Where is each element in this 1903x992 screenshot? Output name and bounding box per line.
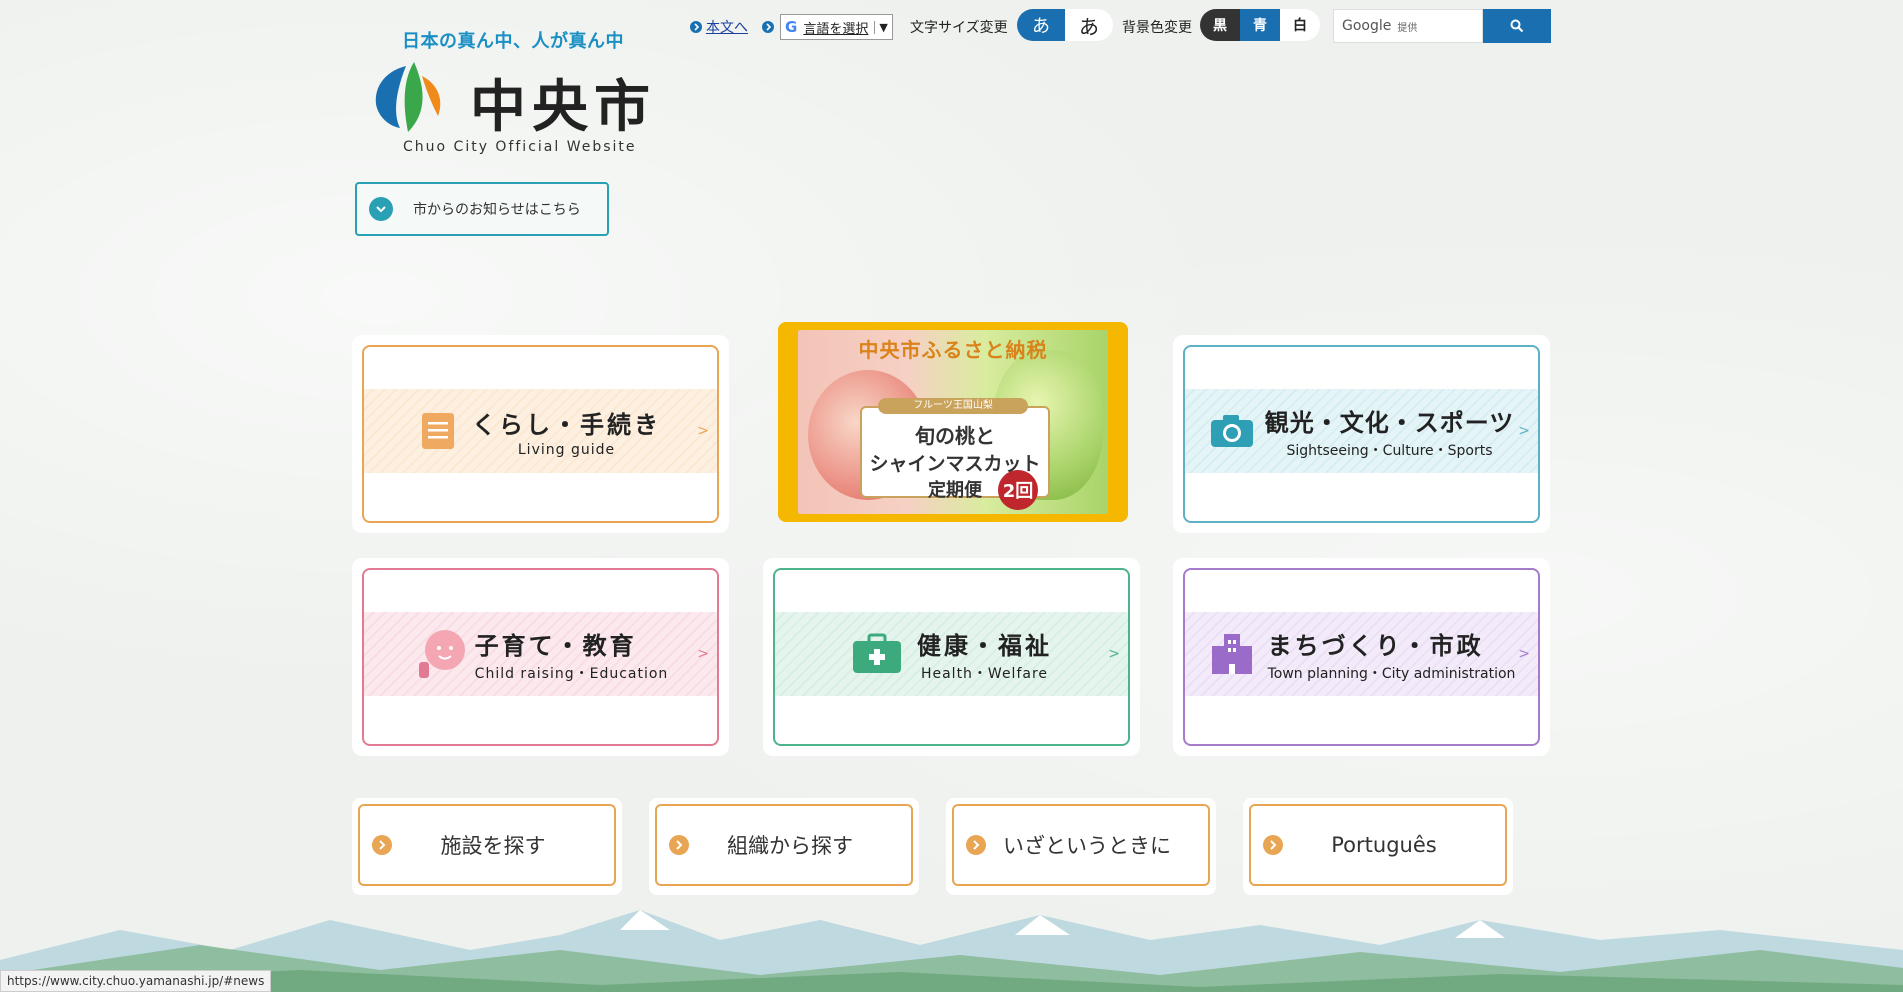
site-search: Google 提供 xyxy=(1333,9,1551,43)
text-size-toggle: あ あ xyxy=(1017,9,1113,41)
promo-headline: 中央市ふるさと納税 xyxy=(858,338,1048,362)
language-select-box[interactable]: G 言語を選択 ▼ xyxy=(780,14,893,40)
promo-badge: フルーツ王国山梨 xyxy=(878,398,1028,414)
skip-to-content-link[interactable]: 本文へ xyxy=(690,12,748,42)
card-title: 子育て・教育 xyxy=(474,631,637,660)
promo-count-badge: 2回 xyxy=(998,470,1038,510)
google-g-icon: G xyxy=(785,18,798,36)
dropdown-arrow-icon: ▼ xyxy=(874,20,888,34)
search-button[interactable] xyxy=(1483,9,1551,43)
card-title: まちづくり・市政 xyxy=(1267,631,1484,660)
chevron-right-icon: > xyxy=(1518,646,1530,662)
category-card-sightseeing[interactable]: 観光・文化・スポーツ Sightseeing・Culture・Sports > xyxy=(1173,335,1550,533)
chevron-right-icon: > xyxy=(1518,423,1530,439)
site-logo-subtitle: Chuo City Official Website xyxy=(403,139,637,155)
building-icon xyxy=(1211,634,1252,674)
language-select-label: 言語を選択 xyxy=(803,21,869,37)
mountain-landscape-illustration xyxy=(0,910,1903,992)
category-card-town-planning[interactable]: まちづくり・市政 Town planning・City administrati… xyxy=(1173,558,1550,756)
medical-kit-icon xyxy=(853,633,901,673)
card-subtitle: Living guide xyxy=(517,441,616,458)
chevron-right-icon xyxy=(762,21,774,33)
site-tagline: 日本の真ん中、人が真ん中 xyxy=(402,31,624,52)
search-provided-label: 提供 xyxy=(1397,22,1418,34)
peach-grape-image: 中央市ふるさと納税 旬の桃と シャインマスカット 定期便 フルーツ王国山梨 2回 xyxy=(798,330,1108,514)
quick-link-label: Português xyxy=(1331,833,1437,857)
chevron-right-icon xyxy=(690,21,702,33)
card-title: くらし・手続き xyxy=(472,410,661,439)
card-subtitle: Town planning・City administration xyxy=(1267,665,1516,682)
baby-icon xyxy=(418,630,465,678)
text-size-label: 文字サイズ変更 xyxy=(910,20,1008,36)
card-title: 健康・福祉 xyxy=(917,631,1052,660)
language-selector[interactable]: G 言語を選択 ▼ xyxy=(762,12,893,42)
category-card-living[interactable]: くらし・手続き Living guide > xyxy=(352,335,729,533)
quick-link-emergency[interactable]: いざというときに xyxy=(946,798,1216,895)
quick-link-facilities[interactable]: 施設を探す xyxy=(352,798,622,895)
card-subtitle: Child raising・Education xyxy=(474,665,669,682)
chevron-right-icon xyxy=(966,835,986,855)
quick-link-label: いざというときに xyxy=(1003,834,1171,858)
skip-link-label: 本文へ xyxy=(706,20,748,36)
chevron-right-icon: > xyxy=(697,423,709,439)
quick-link-label: 組織から探す xyxy=(727,834,853,858)
chevron-right-icon xyxy=(1263,835,1283,855)
card-subtitle: Health・Welfare xyxy=(920,665,1049,682)
chevron-right-icon: > xyxy=(697,646,709,662)
search-input[interactable]: Google 提供 xyxy=(1333,9,1483,43)
chevron-right-icon xyxy=(372,835,392,855)
browser-status-url: https://www.city.chuo.yamanashi.jp/#news xyxy=(0,970,272,992)
camera-icon xyxy=(1210,415,1253,447)
card-subtitle: Sightseeing・Culture・Sports xyxy=(1286,442,1493,459)
furusato-nozei-banner[interactable]: 中央市ふるさと納税 旬の桃と シャインマスカット 定期便 フルーツ王国山梨 2回 xyxy=(778,322,1128,522)
category-card-childcare[interactable]: 子育て・教育 Child raising・Education > xyxy=(352,558,729,756)
chevron-right-icon: > xyxy=(1108,646,1120,662)
site-logo[interactable]: 中央市 xyxy=(470,62,656,143)
logo-leaf-icon xyxy=(375,62,441,132)
bg-color-label: 背景色変更 xyxy=(1122,20,1192,36)
city-news-button[interactable]: 市からのお知らせはこちら xyxy=(355,182,609,236)
quick-link-label: 施設を探す xyxy=(440,834,546,858)
bg-black-button[interactable]: 黒 xyxy=(1200,9,1240,41)
text-size-small-button[interactable]: あ xyxy=(1017,9,1065,41)
text-size-large-button[interactable]: あ xyxy=(1065,9,1113,41)
document-icon xyxy=(422,413,454,449)
search-icon xyxy=(1510,19,1524,33)
promo-line-1: 旬の桃と xyxy=(915,424,995,448)
bg-color-toggle: 黒 青 白 xyxy=(1200,9,1320,41)
city-news-label: 市からのお知らせはこちら xyxy=(413,202,581,218)
bg-blue-button[interactable]: 青 xyxy=(1240,9,1280,41)
chevron-right-icon xyxy=(669,835,689,855)
category-card-health[interactable]: 健康・福祉 Health・Welfare > xyxy=(763,558,1140,756)
quick-link-portuguese[interactable]: Português xyxy=(1243,798,1513,895)
bg-white-button[interactable]: 白 xyxy=(1280,9,1320,41)
chevron-down-icon xyxy=(369,197,393,221)
search-brand: Google xyxy=(1342,18,1392,34)
quick-link-organization[interactable]: 組織から探す xyxy=(649,798,919,895)
card-title: 観光・文化・スポーツ xyxy=(1264,408,1515,437)
